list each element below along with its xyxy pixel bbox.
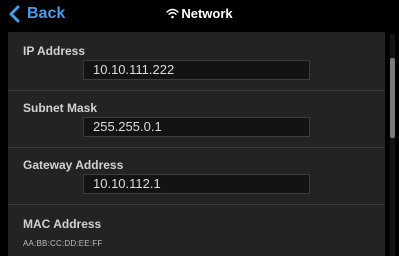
gateway-address-field[interactable]: 10.10.112.1 xyxy=(83,174,310,194)
subnet-mask-label: Subnet Mask xyxy=(23,101,98,115)
ip-address-section: IP Address 10.10.111.222 xyxy=(8,32,385,91)
scrollbar[interactable] xyxy=(390,34,395,256)
gateway-address-section: Gateway Address 10.10.112.1 xyxy=(8,148,385,205)
settings-panel: IP Address 10.10.111.222 Subnet Mask 255… xyxy=(8,32,385,256)
scrollbar-thumb[interactable] xyxy=(390,58,395,138)
subnet-mask-field[interactable]: 255.255.0.1 xyxy=(83,117,310,137)
mac-address-value: AA:BB:CC:DD:EE:FF xyxy=(23,239,103,248)
top-bar: Back Network xyxy=(0,0,399,28)
wifi-icon xyxy=(166,8,180,18)
page-title-container: Network xyxy=(0,4,399,22)
ip-address-field[interactable]: 10.10.111.222 xyxy=(83,60,310,80)
gateway-address-label: Gateway Address xyxy=(23,158,124,172)
ip-address-label: IP Address xyxy=(23,44,86,58)
mac-address-section: MAC Address AA:BB:CC:DD:EE:FF xyxy=(8,205,385,256)
subnet-mask-section: Subnet Mask 255.255.0.1 xyxy=(8,91,385,148)
mac-address-label: MAC Address xyxy=(23,217,102,231)
page-title: Network xyxy=(181,5,233,21)
